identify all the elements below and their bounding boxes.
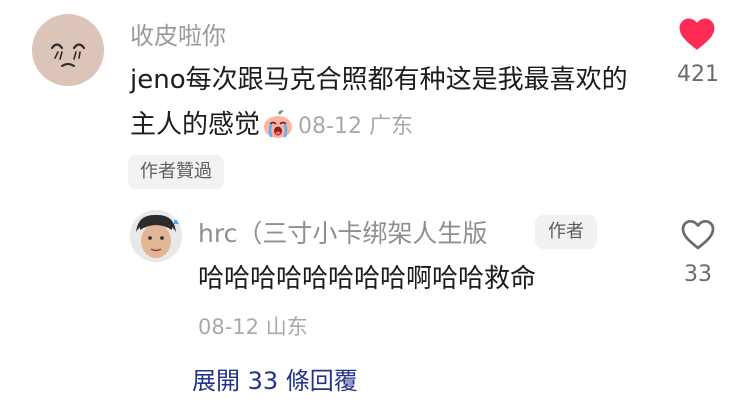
commenter-username[interactable]: 收皮啦你: [130, 16, 226, 51]
commenter-avatar[interactable]: [32, 14, 104, 86]
comment-text: jeno每次跟马克合照都有种这是我最喜欢的主人的感觉 08-12 广东: [130, 58, 630, 149]
crying-emoji-icon: [262, 109, 294, 139]
reply-like-count: 33: [684, 262, 712, 287]
reply-avatar[interactable]: [130, 210, 182, 262]
reply-location: 山东: [265, 315, 308, 339]
heart-outline-icon[interactable]: [680, 218, 716, 251]
heart-filled-icon[interactable]: [678, 16, 716, 52]
author-tag: 作者: [535, 215, 597, 249]
reply-text: 哈哈哈哈哈哈哈哈啊哈哈救命: [198, 264, 537, 294]
reply-date: 08-12: [198, 315, 260, 339]
reply-username[interactable]: hrc（三寸小卡绑架人生版: [198, 214, 487, 250]
expand-replies-link[interactable]: 展開 33 條回覆: [192, 361, 358, 396]
like-count: 421: [677, 62, 719, 87]
reply-meta: 08-12 山东: [198, 311, 308, 341]
author-liked-badge: 作者贊過: [128, 155, 224, 189]
comment-date: 08-12: [298, 114, 362, 139]
comment-location: 广东: [368, 114, 413, 139]
